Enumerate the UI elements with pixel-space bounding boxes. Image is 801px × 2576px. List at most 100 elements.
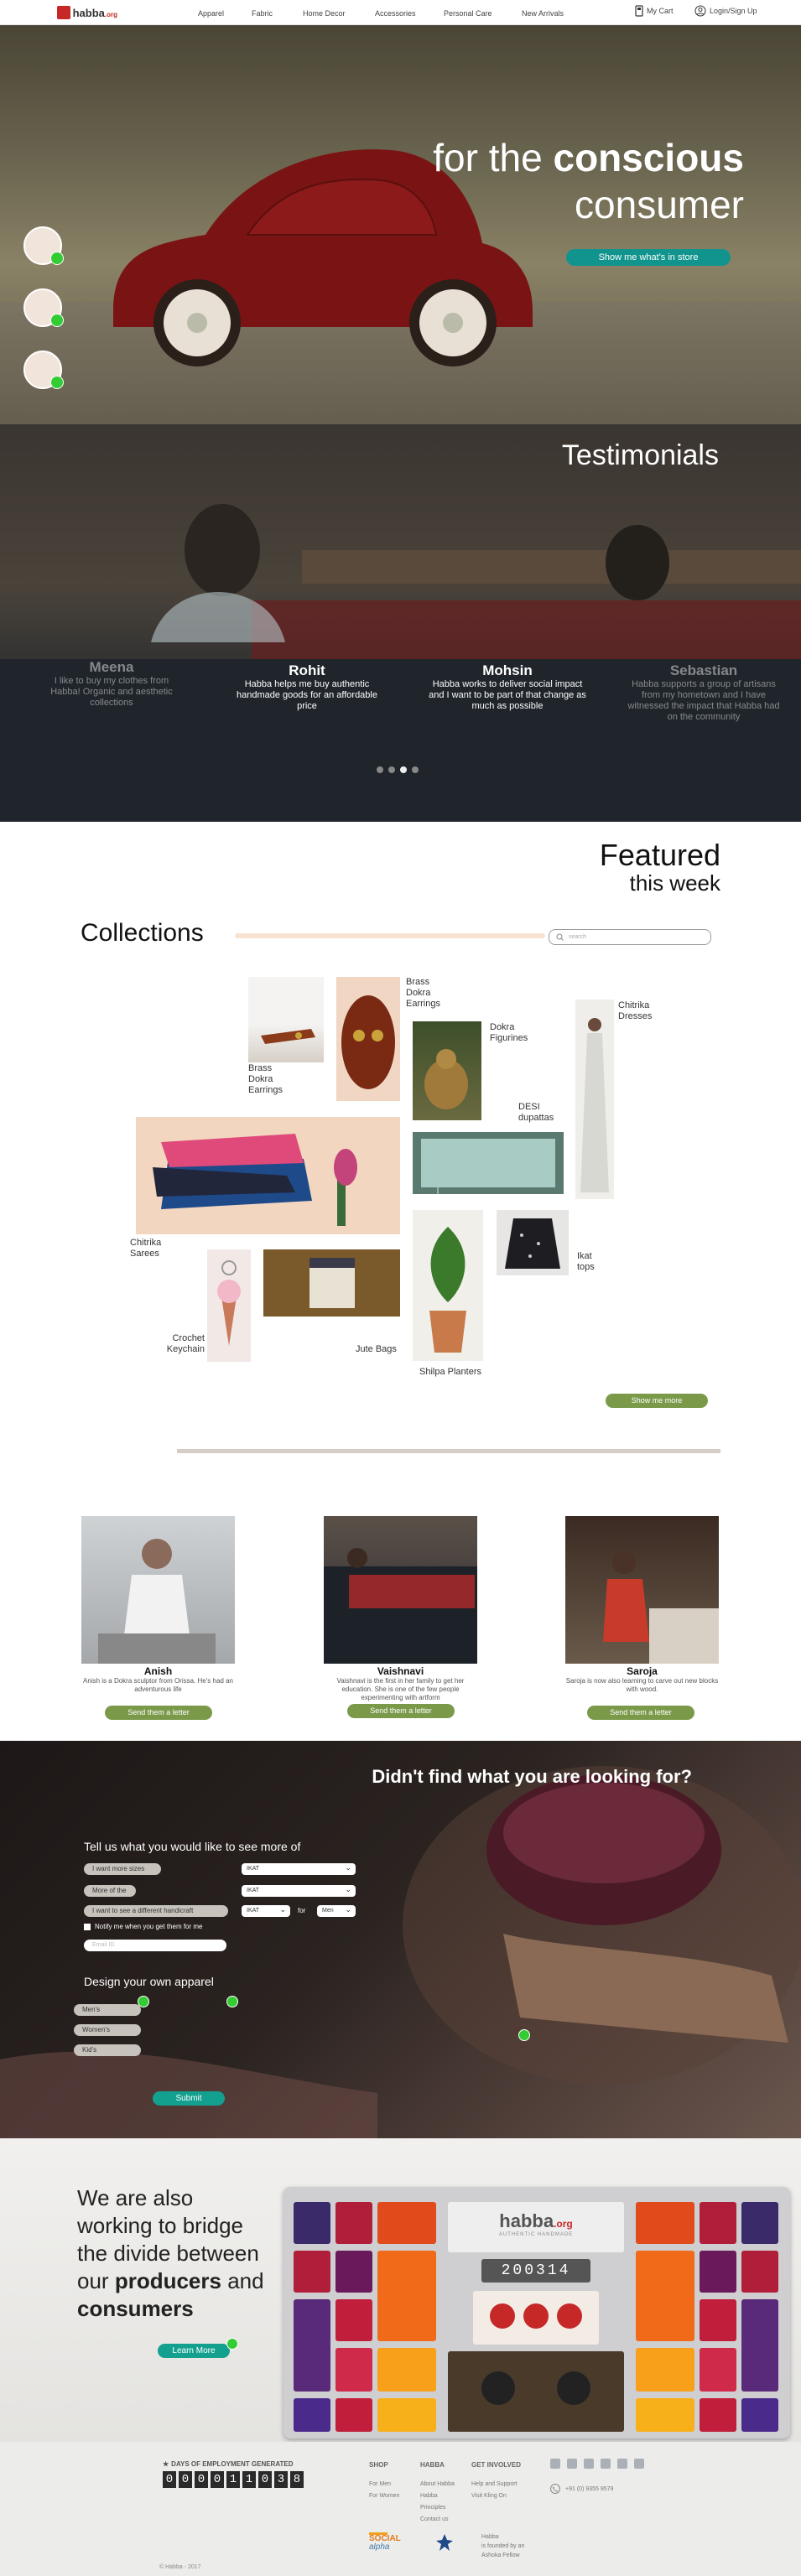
chitrika-dresses-image[interactable]: [575, 1000, 614, 1199]
jute-bags-image[interactable]: [263, 1249, 400, 1317]
design-option-women[interactable]: Women's: [74, 2024, 141, 2036]
search-icon: [556, 933, 564, 941]
select-gender[interactable]: Men: [317, 1903, 356, 1917]
logo-suffix: .org: [104, 10, 117, 18]
select-fabric-1[interactable]: IKAT: [242, 1862, 356, 1875]
crochet-keychain-image[interactable]: [207, 1249, 251, 1362]
counter-digit: 1: [226, 2471, 240, 2488]
notify-checkbox-row[interactable]: Notify me when you get them for me: [84, 1923, 203, 1930]
cart-label: My Cart: [647, 7, 674, 15]
counter-digit: 0: [195, 2471, 208, 2488]
youtube-icon[interactable]: [601, 2459, 611, 2469]
box-tray: [448, 2351, 624, 2432]
employment-counter: 0 0 0 0 1 1 0 3 8: [163, 2471, 304, 2488]
twitter-icon[interactable]: [567, 2459, 577, 2469]
pattern-tile: [335, 2202, 372, 2244]
send-letter-button[interactable]: Send them a letter: [587, 1706, 694, 1720]
hotspot-learn[interactable]: [226, 2338, 238, 2350]
caption-ikat-tops: Ikat tops: [577, 1251, 595, 1272]
nav-apparel[interactable]: Apparel: [198, 9, 224, 18]
footer-link-principles[interactable]: Principles: [420, 2505, 445, 2511]
caption-jute-bags: Jute Bags: [356, 1344, 397, 1354]
hotspot-product-2[interactable]: [23, 288, 64, 327]
send-letter-button[interactable]: Send them a letter: [347, 1704, 455, 1718]
design-option-kids[interactable]: Kid's: [74, 2044, 141, 2056]
testimonial-quote: I like to buy my clothes from Habba! Org…: [50, 676, 173, 708]
counter-digit: 1: [242, 2471, 256, 2488]
mail-icon[interactable]: [634, 2459, 644, 2469]
counter-digit: 8: [290, 2471, 304, 2488]
footer-link-visit[interactable]: Visit Kling On: [471, 2493, 507, 2499]
nav-home-decor[interactable]: Home Decor: [303, 9, 346, 18]
submit-button[interactable]: Submit: [153, 2091, 225, 2106]
pattern-tile: [335, 2398, 372, 2432]
carousel-dot-active[interactable]: [400, 766, 407, 773]
shilpa-planters-image[interactable]: [413, 1210, 483, 1361]
pattern-tile: [741, 2202, 778, 2244]
search-input[interactable]: search: [549, 929, 711, 945]
dokra-figurines-image[interactable]: [413, 1021, 481, 1120]
cart-link[interactable]: My Cart: [635, 5, 674, 17]
footer-link-about[interactable]: About Habba: [420, 2481, 455, 2487]
email-field[interactable]: Email ID: [84, 1940, 226, 1951]
notify-label: Notify me when you get them for me: [95, 1923, 203, 1930]
carousel-dot[interactable]: [388, 766, 395, 773]
nav-new-arrivals[interactable]: New Arrivals: [522, 9, 564, 18]
hotspot-design-1[interactable]: [138, 1996, 149, 2007]
ikat-tops-image[interactable]: [497, 1210, 569, 1275]
nav-accessories[interactable]: Accessories: [375, 9, 416, 18]
linkedin-icon[interactable]: [617, 2459, 627, 2469]
option-more-of-the[interactable]: More of the: [84, 1885, 136, 1897]
nav-fabric[interactable]: Fabric: [252, 9, 273, 18]
option-more-sizes[interactable]: I want more sizes: [84, 1863, 161, 1875]
carousel-dot[interactable]: [377, 766, 383, 773]
send-letter-button[interactable]: Send them a letter: [105, 1706, 212, 1720]
select-fabric-2[interactable]: IKAT: [242, 1883, 356, 1897]
caption-dokra-figurines: Dokra Figurines: [490, 1022, 528, 1043]
artisan-name: Saroja: [627, 1665, 658, 1677]
facebook-icon[interactable]: [550, 2459, 560, 2469]
brass-dokra-earrings-image[interactable]: [336, 977, 400, 1101]
artisan-name: Anish: [143, 1665, 173, 1677]
pattern-tile: [636, 2202, 694, 2244]
hotspot-product-1[interactable]: [23, 226, 64, 265]
option-different-handicraft[interactable]: I want to see a different handicraft: [84, 1905, 228, 1917]
footer-link-contact[interactable]: Contact us: [420, 2516, 448, 2522]
hotspot-block[interactable]: [518, 2029, 530, 2041]
footer-link-men[interactable]: For Men: [369, 2481, 391, 2487]
hotspot-product-3[interactable]: [23, 351, 64, 389]
caption-desi-dupattas: DESI dupattas: [518, 1102, 554, 1123]
brass-earrings-image[interactable]: [248, 977, 324, 1062]
phone-number[interactable]: +91 (0) 9355 9579: [565, 2486, 613, 2492]
carousel-dot[interactable]: [412, 766, 419, 773]
counter-digit: 0: [211, 2471, 224, 2488]
nav-personal-care[interactable]: Personal Care: [444, 9, 492, 18]
artisan-description: Saroja is now also learning to carve out…: [565, 1677, 719, 1693]
habba-logo[interactable]: habba.org: [57, 4, 117, 21]
testimonial-name: Mohsin: [482, 662, 533, 678]
box-tagline: AUTHENTIC HANDMADE: [498, 2232, 574, 2237]
user-icon: [694, 5, 706, 17]
footer-link-help[interactable]: Help and Support: [471, 2481, 517, 2487]
footer-link-habba[interactable]: Habba: [420, 2493, 438, 2499]
site-footer: [0, 2442, 801, 2576]
footer-link-women[interactable]: For Women: [369, 2493, 399, 2499]
pattern-tile: [294, 2299, 330, 2392]
design-option-men[interactable]: Men's: [74, 2004, 141, 2016]
pattern-tile: [377, 2251, 436, 2341]
pattern-tile: [335, 2299, 372, 2341]
select-fabric-3[interactable]: IKAT: [242, 1903, 290, 1917]
featured-subtitle: this week: [629, 870, 720, 896]
pattern-tile: [294, 2398, 330, 2432]
desi-dupattas-image[interactable]: [413, 1132, 564, 1194]
chitrika-sarees-image[interactable]: [136, 1117, 400, 1234]
request-title: Didn't find what you are looking for?: [372, 1766, 692, 1787]
show-more-button[interactable]: Show me more: [606, 1394, 708, 1408]
shop-button[interactable]: Show me what's in store: [566, 249, 731, 266]
hero-line2: consumer: [575, 183, 744, 226]
learn-more-button[interactable]: Learn More: [158, 2344, 230, 2358]
instagram-icon[interactable]: [584, 2459, 594, 2469]
notify-checkbox[interactable]: [84, 1923, 91, 1930]
login-link[interactable]: Login/Sign Up: [694, 5, 757, 17]
hotspot-design-2[interactable]: [226, 1996, 238, 2007]
